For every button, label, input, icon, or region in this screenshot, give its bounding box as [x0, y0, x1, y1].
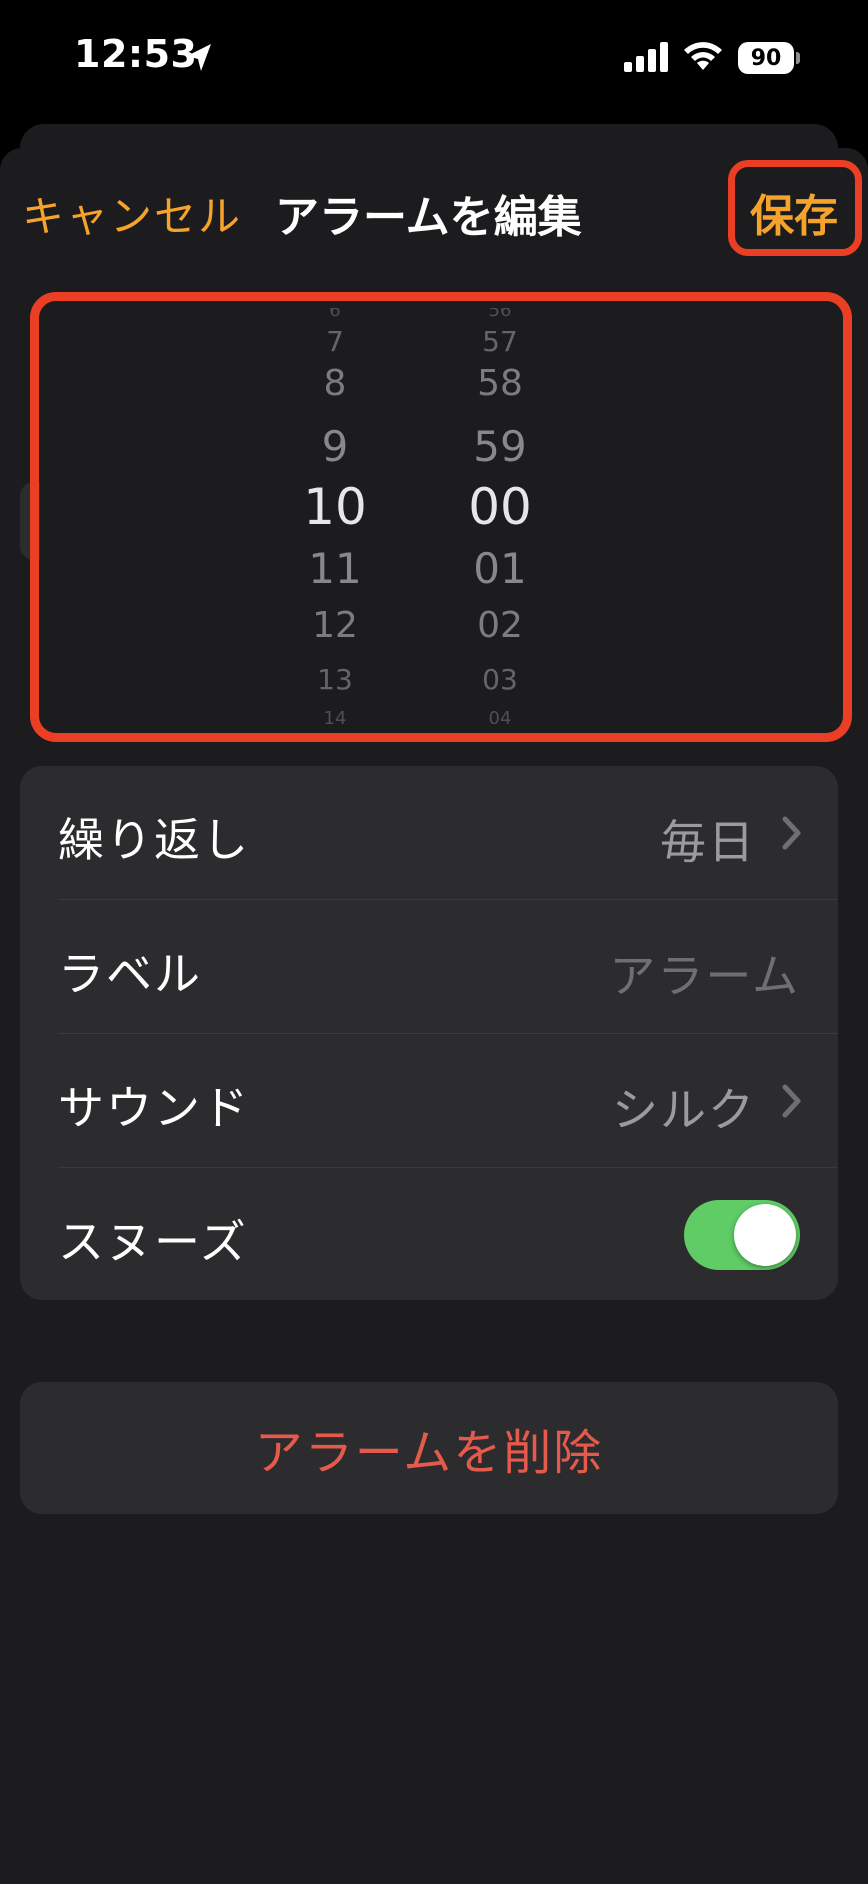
- repeat-value: 毎日: [660, 815, 756, 869]
- repeat-row[interactable]: 繰り返し 毎日: [20, 766, 838, 899]
- status-bar: 12:53 90: [0, 0, 868, 120]
- alarm-settings-group: 繰り返し 毎日 ラベル アラーム サウンド シルク スヌーズ: [20, 766, 838, 1300]
- cellular-signal-icon: [624, 42, 668, 72]
- battery-nub: [796, 52, 800, 64]
- chevron-right-icon: [782, 1084, 801, 1118]
- sound-label: サウンド: [58, 1081, 250, 1135]
- snooze-toggle[interactable]: [684, 1200, 800, 1270]
- sound-value: シルク: [612, 1083, 756, 1137]
- wifi-icon: [684, 42, 722, 70]
- location-arrow-icon: [187, 44, 211, 71]
- sound-row[interactable]: サウンド シルク: [20, 1034, 838, 1167]
- delete-alarm-button[interactable]: アラームを削除: [20, 1382, 838, 1514]
- chevron-right-icon: [782, 816, 801, 850]
- cancel-button[interactable]: キャンセル: [22, 183, 242, 244]
- delete-alarm-label: アラームを削除: [254, 1425, 604, 1481]
- label-row[interactable]: ラベル アラーム: [20, 900, 838, 1033]
- label-label: ラベル: [58, 947, 202, 1001]
- toggle-knob: [734, 1204, 796, 1266]
- repeat-label: 繰り返し: [58, 813, 250, 867]
- label-field[interactable]: アラーム: [609, 940, 800, 1006]
- snooze-row: スヌーズ: [20, 1168, 838, 1300]
- page-title: アラームを編集: [275, 192, 582, 243]
- battery-icon: 90: [738, 42, 800, 74]
- save-highlight-box: [728, 160, 862, 256]
- snooze-label: スヌーズ: [58, 1215, 248, 1269]
- battery-level: 90: [738, 42, 794, 74]
- picker-highlight-box: [30, 292, 852, 742]
- status-time: 12:53: [74, 32, 198, 76]
